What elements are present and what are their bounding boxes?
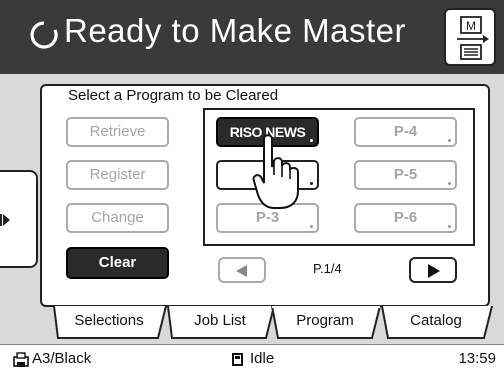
pointing-hand-icon: [252, 134, 299, 209]
program-slot-label: P-5: [393, 166, 418, 183]
tab-job-list[interactable]: Job List: [164, 306, 276, 339]
tab-label: Catalog: [410, 312, 462, 329]
tab-selections[interactable]: Selections: [50, 306, 168, 339]
paper-tray-icon: [13, 352, 29, 367]
retrieve-button[interactable]: Retrieve: [66, 117, 169, 147]
status-bar: A3/Black Idle 13:59: [0, 344, 504, 373]
clock: 13:59: [458, 350, 496, 367]
program-slot-5[interactable]: P-5: [354, 160, 457, 190]
circular-arrow-icon: [30, 21, 58, 49]
machine-status-icon: [232, 353, 243, 366]
machine-state: Idle: [250, 350, 275, 367]
master-output-icon: M: [457, 16, 489, 60]
tab-program[interactable]: Program: [268, 306, 382, 339]
program-slot-4[interactable]: P-4: [354, 117, 457, 147]
screen: Ready to Make Master M Select a Program …: [0, 0, 504, 373]
register-button[interactable]: Register: [66, 160, 169, 190]
side-panel-toggle[interactable]: [0, 170, 38, 268]
next-page-button[interactable]: [409, 257, 457, 283]
header: Ready to Make Master M: [0, 0, 504, 74]
master-output-button[interactable]: M: [444, 8, 496, 66]
program-slot-label: P-6: [393, 209, 418, 226]
program-slot-6[interactable]: P-6: [354, 203, 457, 233]
page-title: Ready to Make Master: [64, 12, 406, 49]
panel-prompt: Select a Program to be Cleared: [68, 87, 279, 104]
program-slot-label: P-4: [393, 123, 418, 140]
tab-catalog[interactable]: Catalog: [378, 306, 494, 339]
side-toggle-bar: [0, 214, 2, 226]
paper-size: A3/Black: [32, 350, 92, 367]
tab-label: Selections: [74, 312, 144, 329]
change-button[interactable]: Change: [66, 203, 169, 233]
clear-button[interactable]: Clear: [66, 247, 169, 279]
svg-text:M: M: [466, 19, 476, 33]
tab-label: Program: [296, 312, 354, 329]
expand-arrow-icon: [3, 214, 10, 226]
right-arrow-icon: [428, 264, 440, 278]
tab-label: Job List: [194, 312, 246, 329]
left-arrow-icon: [236, 265, 247, 277]
previous-page-button[interactable]: [218, 257, 266, 283]
page-indicator: P.1/4: [313, 261, 342, 276]
